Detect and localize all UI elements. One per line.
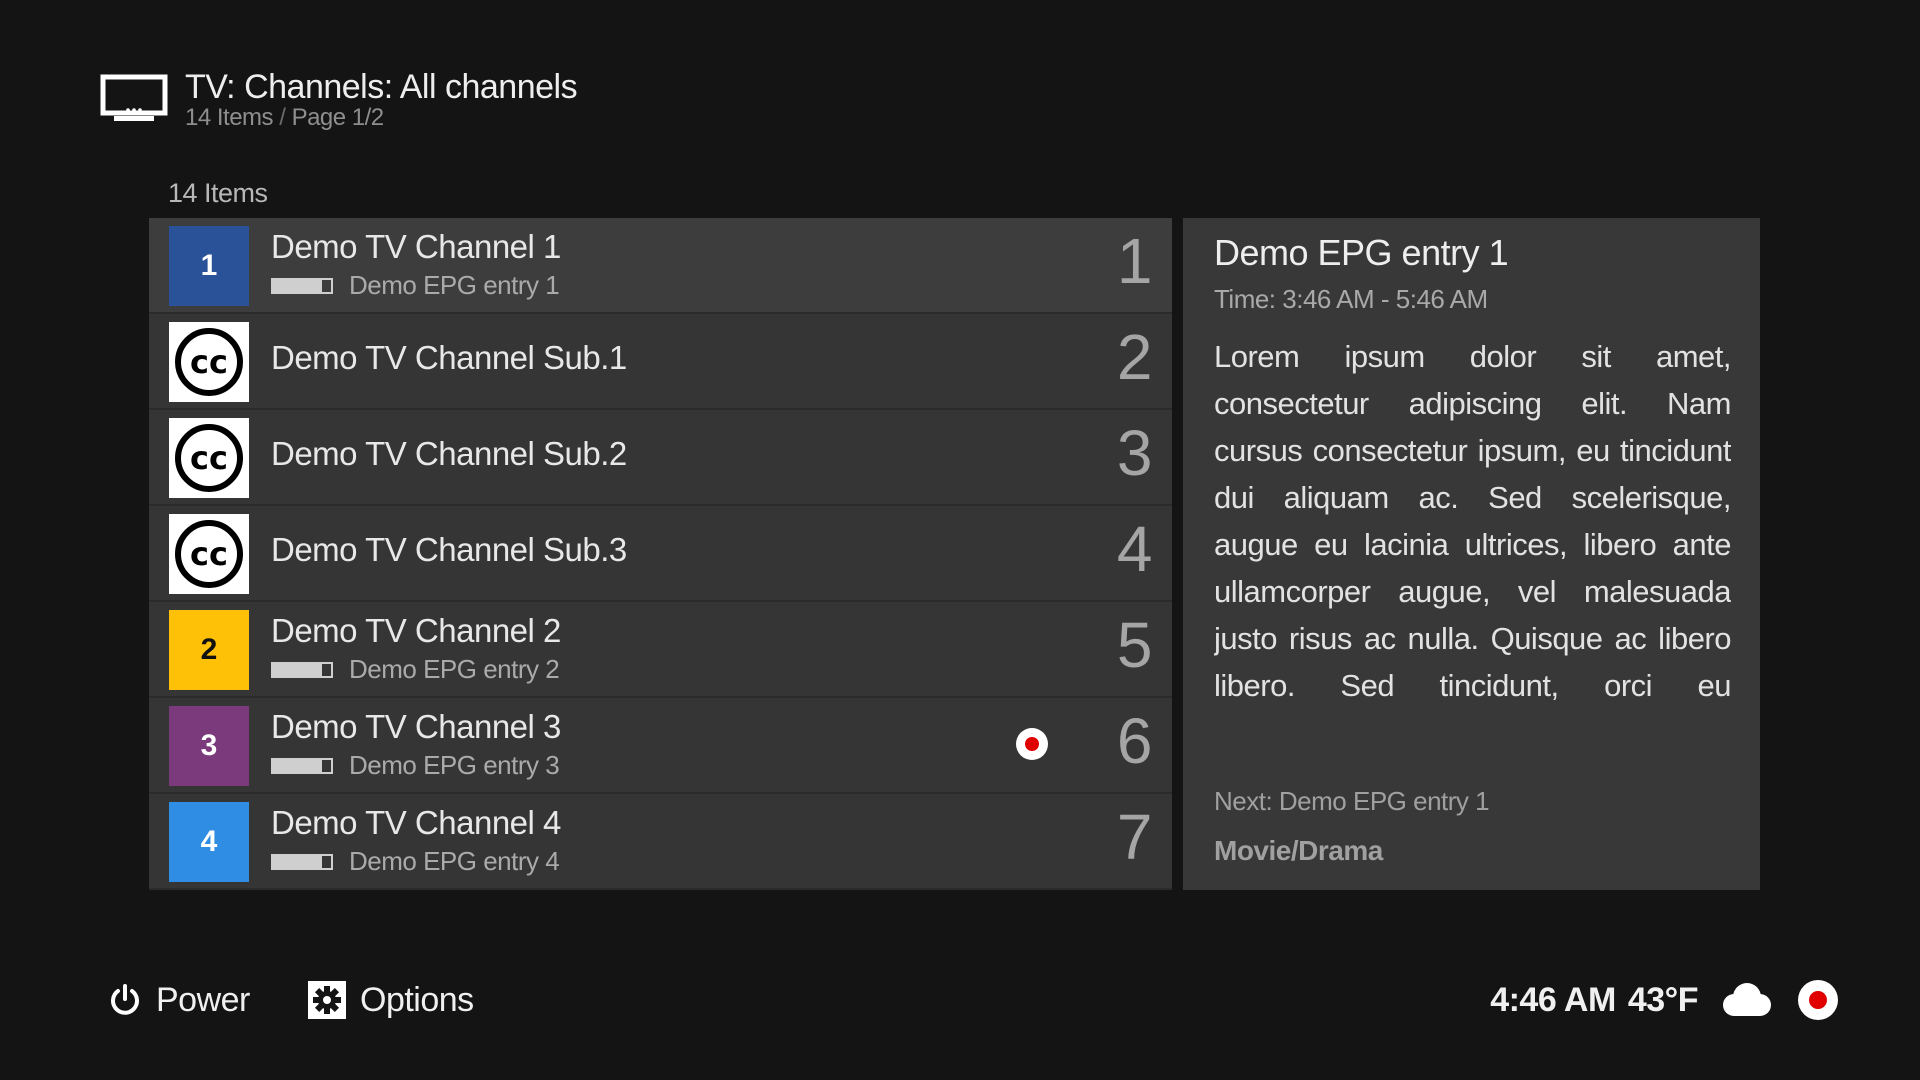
channel-logo-text: 1 (200, 249, 218, 282)
page-indicator: Page 1/2 (291, 104, 385, 131)
epg-progress-fill (273, 856, 323, 868)
channel-number: 3 (1116, 417, 1153, 489)
epg-entry: Demo EPG entry 1 (349, 270, 560, 300)
channel-row[interactable]: cc Demo TV Channel Sub.1 2 (149, 314, 1172, 408)
channel-number: 1 (1116, 225, 1153, 297)
channel-logo-text: 2 (200, 633, 218, 666)
epg-plot: Lorem ipsum dolor sit amet, consectetur … (1214, 339, 1731, 703)
channel-logo-text: 4 (200, 825, 218, 858)
record-dot (1809, 991, 1827, 1009)
epg-entry: Demo EPG entry 2 (349, 654, 560, 684)
tv-icon (100, 74, 168, 121)
cc-logo-icon: cc (169, 418, 249, 498)
power-button[interactable]: Power (108, 975, 250, 1025)
epg-progress-fill (273, 280, 323, 292)
page-subtitle: 14 Items / Page 1/2 (185, 104, 384, 132)
cc-logo-icon: cc (169, 514, 249, 594)
cc-logo-icon: cc (169, 322, 249, 402)
list-count-label: 14 Items (168, 178, 268, 208)
epg-next: Next: Demo EPG entry 1 (1214, 786, 1490, 816)
options-label: Options (360, 980, 474, 1019)
channel-row[interactable]: 4 Demo TV Channel 4 Demo EPG entry 4 7 (149, 794, 1172, 888)
channel-logo: 3 (169, 706, 249, 786)
channel-logo: 2 (169, 610, 249, 690)
channel-number: 4 (1116, 513, 1153, 585)
channel-row[interactable]: cc Demo TV Channel Sub.2 3 (149, 410, 1172, 504)
power-label: Power (156, 980, 250, 1019)
recording-dot (1025, 737, 1039, 751)
page-title: TV: Channels: All channels (185, 68, 578, 106)
epg-progress-bar (271, 854, 333, 870)
cloud-icon (1723, 983, 1771, 1016)
channel-name: Demo TV Channel Sub.1 (271, 339, 627, 376)
clock: 4:46 AM (1490, 980, 1616, 1019)
subtitle-separator: / (279, 104, 286, 131)
channel-number: 5 (1116, 609, 1153, 681)
channel-number: 6 (1116, 705, 1153, 777)
epg-genre: Movie/Drama (1214, 835, 1383, 866)
footer-right: 4:46 AM 43°F (1490, 975, 1838, 1025)
epg-progress-bar (271, 758, 333, 774)
channel-row[interactable]: 2 Demo TV Channel 2 Demo EPG entry 2 5 (149, 602, 1172, 696)
epg-time: Time: 3:46 AM - 5:46 AM (1214, 284, 1488, 314)
channel-row[interactable]: 3 Demo TV Channel 3 Demo EPG entry 3 6 (149, 698, 1172, 792)
epg-progress-fill (273, 760, 323, 772)
epg-entry: Demo EPG entry 3 (349, 750, 560, 780)
recording-icon (1016, 728, 1048, 760)
temperature: 43°F (1627, 980, 1699, 1019)
channel-name: Demo TV Channel 1 (271, 228, 561, 265)
channel-list: 1 Demo TV Channel 1 Demo EPG entry 1 1 cc Dem… (149, 218, 1172, 890)
channel-logo: 4 (169, 802, 249, 882)
channel-name: Demo TV Channel Sub.3 (271, 531, 627, 568)
record-icon[interactable] (1798, 980, 1838, 1020)
info-panel: Demo EPG entry 1 Time: 3:46 AM - 5:46 AM… (1183, 218, 1760, 890)
channel-row[interactable]: cc Demo TV Channel Sub.3 4 (149, 506, 1172, 600)
epg-entry: Demo EPG entry 4 (349, 846, 560, 876)
power-icon (111, 984, 139, 1015)
cc-logo-text: cc (190, 535, 228, 573)
cc-logo-text: cc (190, 439, 228, 477)
channel-name: Demo TV Channel 3 (271, 708, 561, 745)
channel-name: Demo TV Channel 4 (271, 804, 561, 841)
items-count: 14 Items (185, 104, 274, 131)
epg-progress-bar (271, 278, 333, 294)
channel-row[interactable]: 1 Demo TV Channel 1 Demo EPG entry 1 1 (149, 218, 1172, 312)
channel-logo: 1 (169, 226, 249, 306)
channel-number: 7 (1116, 801, 1153, 873)
epg-title: Demo EPG entry 1 (1214, 232, 1509, 273)
options-button[interactable]: Options (308, 975, 474, 1025)
epg-progress-bar (271, 662, 333, 678)
channel-number: 2 (1116, 321, 1153, 393)
epg-progress-fill (273, 664, 323, 676)
channel-name: Demo TV Channel 2 (271, 612, 561, 649)
channel-name: Demo TV Channel Sub.2 (271, 435, 627, 472)
gear-icon (308, 981, 346, 1019)
cc-logo-text: cc (190, 343, 228, 381)
channel-logo-text: 3 (200, 729, 218, 762)
